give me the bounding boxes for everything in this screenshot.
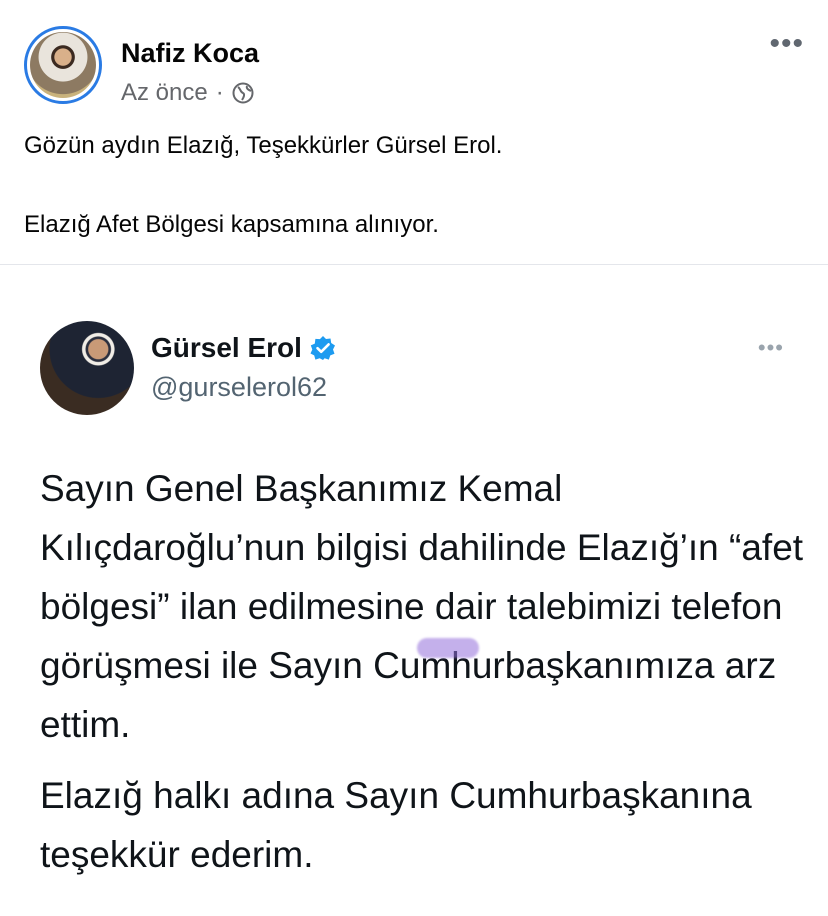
meta-separator: ·: [215, 79, 224, 106]
tweet-screenshot[interactable]: Gürsel Erol @gurselerol62 ••• Sayın Gene…: [0, 265, 828, 916]
post-text-line-2: Elazığ Afet Bölgesi kapsamına alınıyor.: [24, 211, 439, 238]
highlighter-mark: [417, 638, 479, 658]
author-name[interactable]: Nafiz Koca: [121, 38, 259, 69]
verified-badge-icon: [310, 335, 336, 361]
tweet-author-name-text: Gürsel Erol: [151, 332, 302, 363]
tweet-more-icon: •••: [757, 335, 784, 360]
tweet-author-avatar: [40, 321, 134, 415]
post-time[interactable]: Az önce: [121, 79, 208, 107]
tweet-handle: @gurselerol62: [151, 372, 328, 402]
author-photo: [30, 32, 96, 98]
post-header: Nafiz Koca Az önce · •••: [0, 0, 828, 120]
more-options-icon[interactable]: •••: [769, 29, 804, 59]
author-avatar[interactable]: [24, 26, 102, 104]
tweet-paragraph-1: Sayın Genel Başkanımız Kemal Kılıçdaroğl…: [40, 468, 804, 745]
post-text-line-1: Gözün aydın Elazığ, Teşekkürler Gürsel E…: [24, 132, 503, 159]
tweet-body: Sayın Genel Başkanımız Kemal Kılıçdaroğl…: [40, 459, 810, 884]
globe-icon[interactable]: [232, 82, 254, 104]
tweet-paragraph-2: Elazığ halkı adına Sayın Cumhurbaşkanına…: [40, 775, 752, 875]
tweet-author-name: Gürsel Erol: [151, 332, 336, 364]
post-meta: Az önce ·: [121, 79, 254, 107]
